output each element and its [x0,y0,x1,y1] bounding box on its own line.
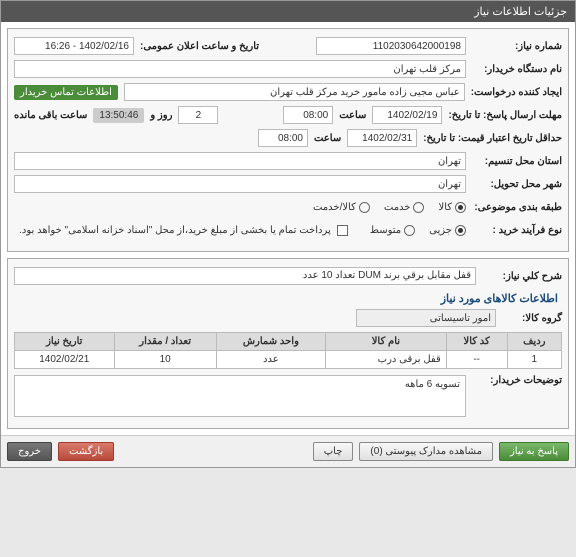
cell-qty: 10 [114,351,216,369]
city-field: تهران [14,175,466,193]
radio-dot-checked-icon [455,202,466,213]
remain-label: ساعت باقی مانده [14,110,87,121]
radio-goods-service-label: کالا/خدمت [313,202,356,213]
radio-dot-icon [404,225,415,236]
th-unit: واحد شمارش [216,333,325,351]
time-label-2: ساعت [314,133,341,144]
radio-dot-checked-icon [455,225,466,236]
cell-code: -- [446,351,507,369]
deadline-date-field: 1402/02/19 [372,106,442,124]
min-valid-time-field: 08:00 [258,129,308,147]
day-label: روز و [150,110,172,121]
table-row[interactable]: 1 -- قفل برقی درب عدد 10 1402/02/21 [15,351,562,369]
deadline-label: مهلت ارسال پاسخ: تا تاریخ: [448,110,562,121]
buyer-org-label: نام دستگاه خریدار: [472,64,562,75]
respond-button[interactable]: پاسخ به نیاز [499,442,569,461]
min-valid-date-field: 1402/02/31 [347,129,417,147]
group-label: گروه کالا: [502,313,562,324]
radio-medium[interactable]: متوسط [370,225,415,236]
process-label: نوع فرآیند خرید : [472,225,562,236]
header-section: شماره نیاز: 1102030642000198 تاریخ و ساع… [7,28,569,252]
cell-row: 1 [507,351,561,369]
radio-medium-label: متوسط [370,225,401,236]
titlebar: جزئیات اطلاعات نیاز [1,1,575,22]
radio-small[interactable]: جزیی [429,225,466,236]
back-button[interactable]: بازگشت [58,442,114,461]
items-header: اطلاعات کالاهای مورد نیاز [14,292,558,305]
buyer-notes-label: توضیحات خریدار: [472,375,562,386]
exit-button[interactable]: خروج [7,442,52,461]
radio-goods-service[interactable]: کالا/خدمت [313,202,370,213]
attachments-button[interactable]: مشاهده مدارک پیوستی (0) [359,442,493,461]
contact-info-badge[interactable]: اطلاعات تماس خریدار [14,85,118,100]
buyer-org-field: مرکز قلب تهران [14,60,466,78]
deadline-time-field: 08:00 [283,106,333,124]
radio-dot-icon [413,202,424,213]
category-radio-group: کالا خدمت کالا/خدمت [313,202,466,213]
dialog-window: جزئیات اطلاعات نیاز شماره نیاز: 11020306… [0,0,576,468]
th-name: نام کالا [326,333,447,351]
time-label-1: ساعت [339,110,366,121]
radio-dot-icon [359,202,370,213]
province-field: تهران [14,152,466,170]
radio-goods-label: کالا [438,202,452,213]
radio-service[interactable]: خدمت [384,202,425,213]
radio-service-label: خدمت [384,202,411,213]
need-no-field: 1102030642000198 [316,37,466,55]
group-field: امور تاسیساتی [356,309,496,327]
radio-goods[interactable]: کالا [438,202,466,213]
requester-field: عباس مجیی زاده مامور خرید مرکز قلب تهران [124,83,465,101]
category-label: طبقه بندی موضوعی: [472,202,562,213]
items-section: شرح کلي نياز: قفل مقابل برقي برند DUM تع… [7,258,569,429]
th-row: ردیف [507,333,561,351]
days-left-field: 2 [178,106,218,124]
th-code: کد کالا [446,333,507,351]
payment-note: پرداخت تمام یا بخشی از مبلغ خرید،از محل … [19,225,331,236]
footer-bar: پاسخ به نیاز مشاهده مدارک پیوستی (0) چاپ… [1,435,575,467]
remain-time-badge: 13:50:46 [93,108,144,123]
print-button[interactable]: چاپ [313,442,354,461]
min-valid-label: حداقل تاریخ اعتبار قیمت: تا تاریخ: [423,133,562,144]
cell-date: 1402/02/21 [15,351,115,369]
public-date-label: تاریخ و ساعت اعلان عمومی: [140,41,259,52]
th-date: تاریخ نیاز [15,333,115,351]
requester-label: ایجاد کننده درخواست: [471,87,562,98]
window-title: جزئیات اطلاعات نیاز [474,6,567,18]
cell-unit: عدد [216,351,325,369]
th-qty: تعداد / مقدار [114,333,216,351]
desc-field: قفل مقابل برقي برند DUM تعداد 10 عدد [14,267,476,285]
desc-label: شرح کلي نياز: [482,271,562,282]
treasury-checkbox[interactable] [337,225,348,236]
cell-name: قفل برقی درب [326,351,447,369]
table-header-row: ردیف کد کالا نام کالا واحد شمارش تعداد /… [15,333,562,351]
public-date-field: 1402/02/16 - 16:26 [14,37,134,55]
process-radio-group: جزیی متوسط [370,225,466,236]
items-table: ردیف کد کالا نام کالا واحد شمارش تعداد /… [14,332,562,369]
need-no-label: شماره نیاز: [472,41,562,52]
province-label: استان محل تنسیم: [472,156,562,167]
radio-small-label: جزیی [429,225,452,236]
city-label: شهر محل تحویل: [472,179,562,190]
buyer-notes-field: تسویه 6 ماهه [14,375,466,417]
